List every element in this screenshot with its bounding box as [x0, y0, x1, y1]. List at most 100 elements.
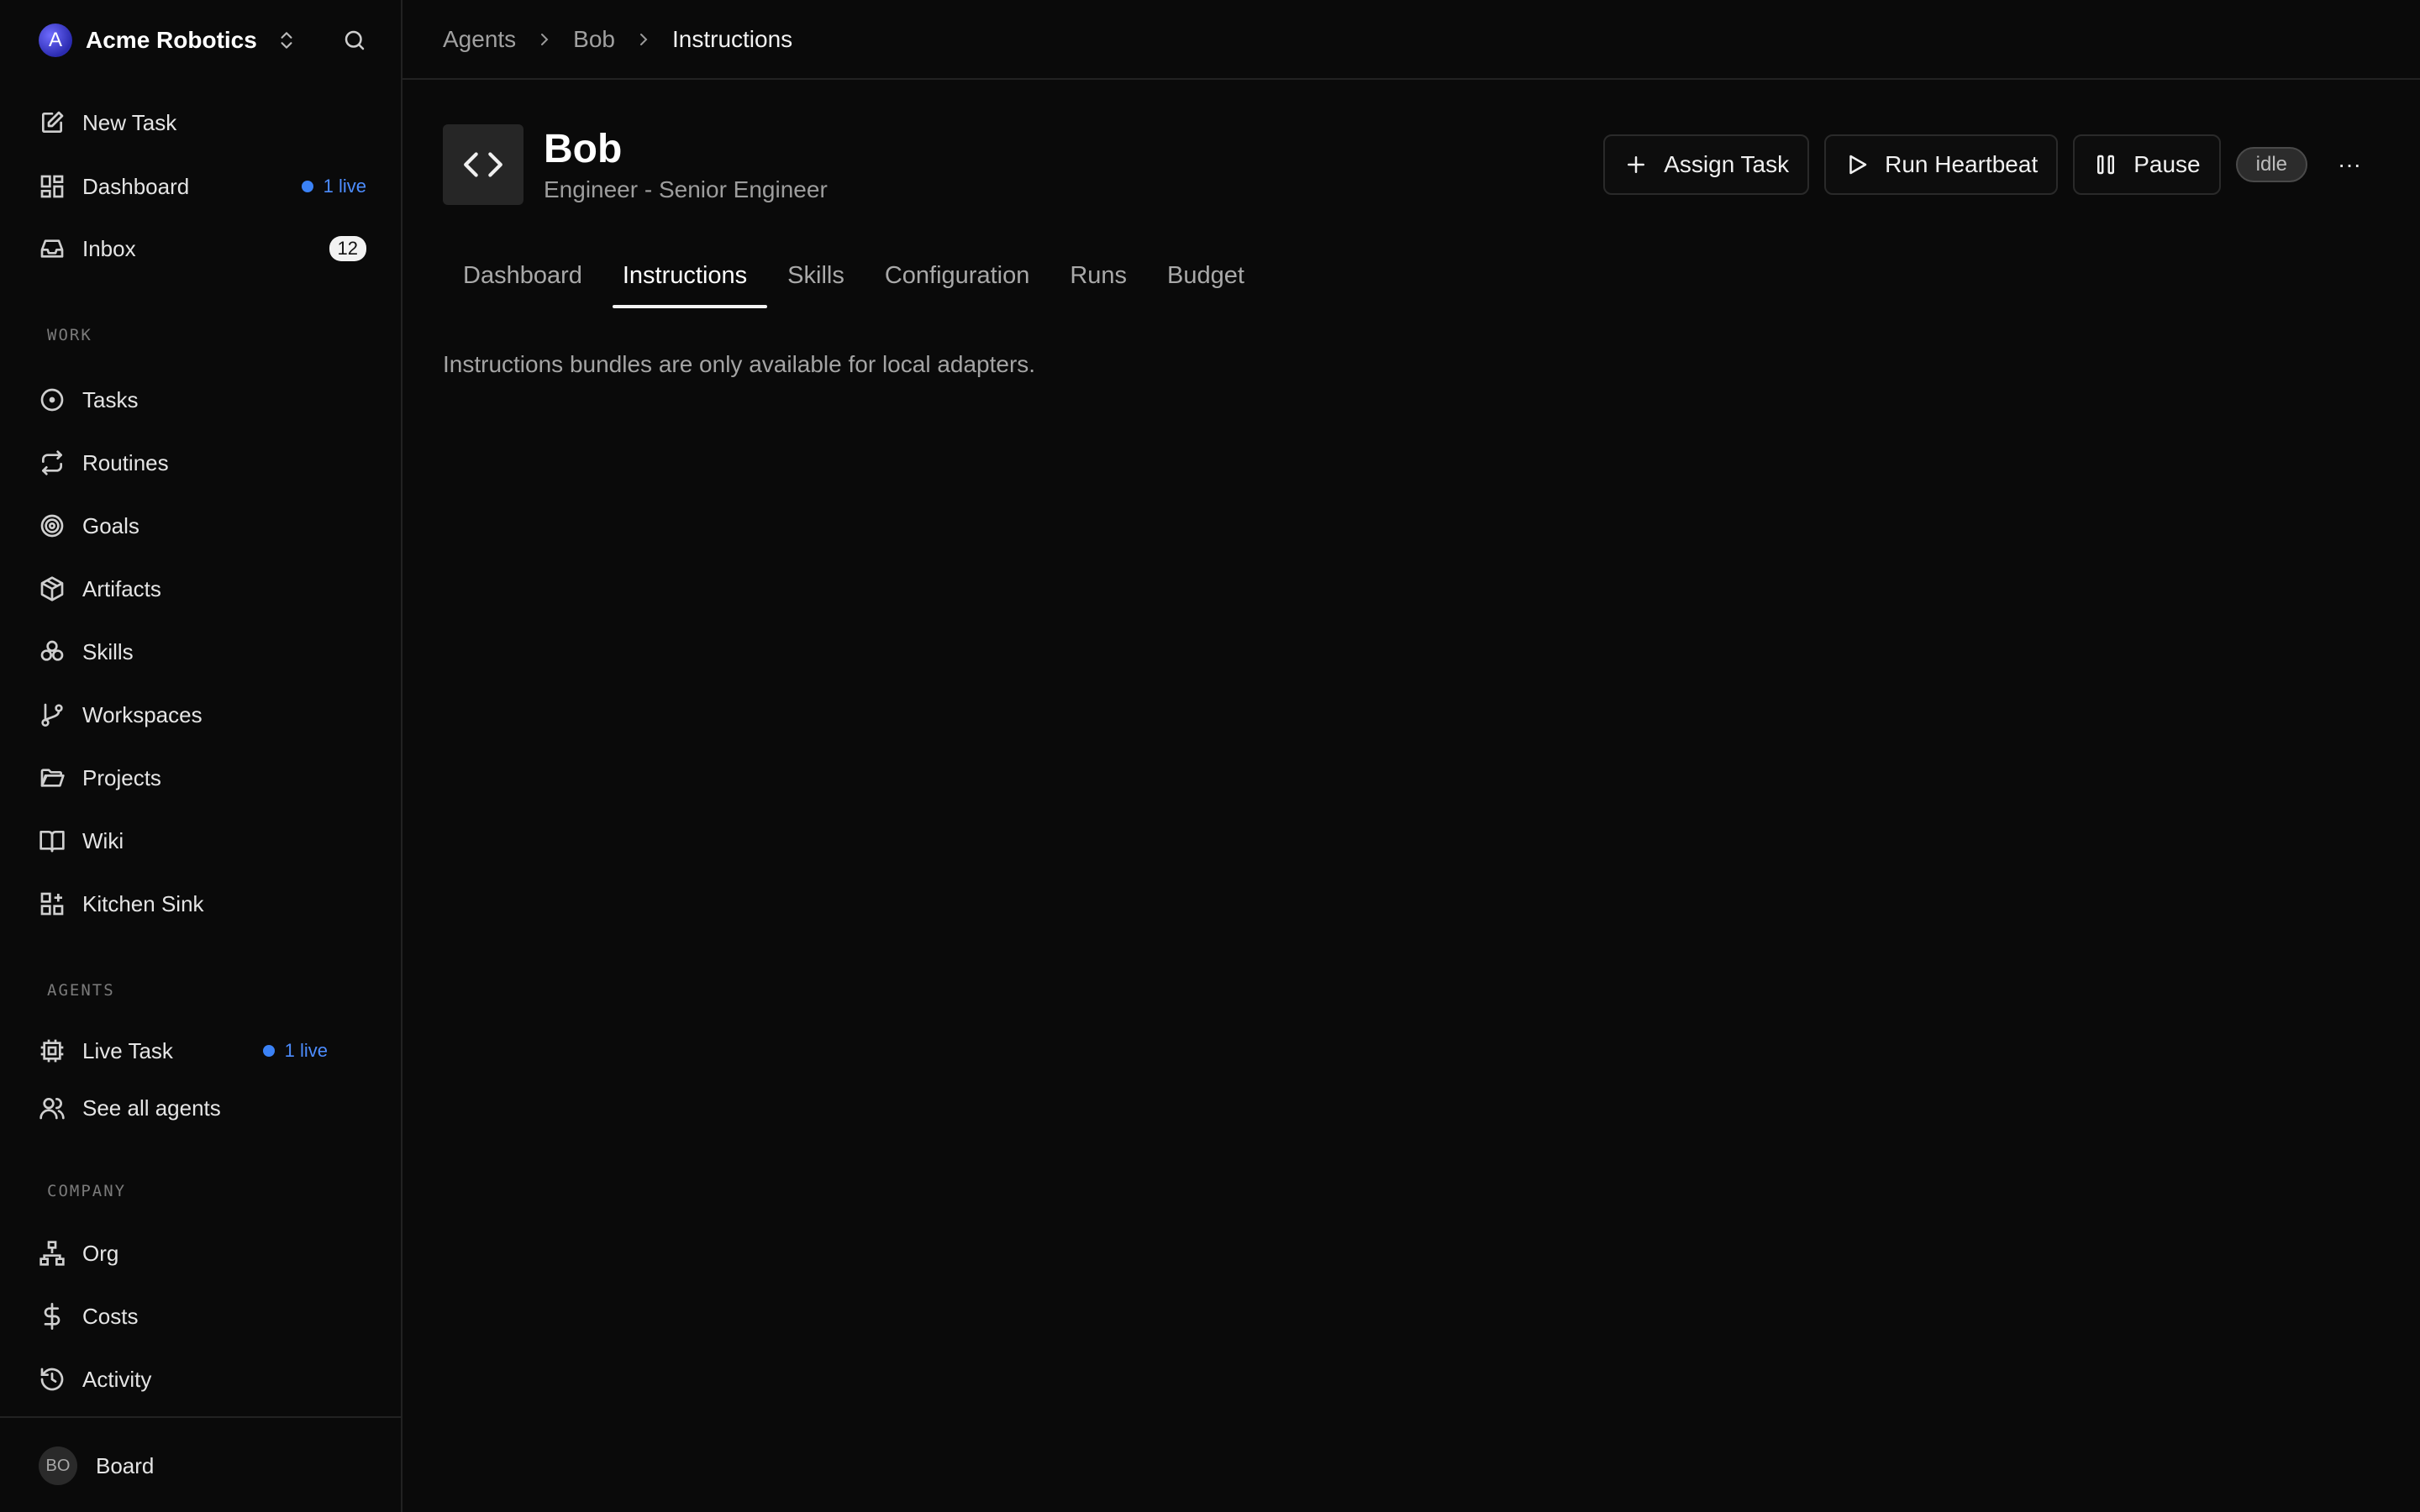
tab-dashboard[interactable]: Dashboard	[443, 252, 602, 308]
book-icon	[39, 831, 65, 853]
nav-label: Tasks	[82, 386, 139, 412]
nav-routines[interactable]: Routines	[39, 443, 366, 483]
breadcrumb-current: Instructions	[672, 25, 793, 52]
tab-instructions[interactable]: Instructions	[602, 252, 768, 308]
section-label-agents: AGENTS	[47, 981, 115, 1000]
avatar: BO	[39, 1446, 77, 1485]
nav-label: Inbox	[82, 235, 136, 261]
nav-inbox[interactable]: Inbox 12	[39, 228, 366, 269]
nav-label: Wiki	[82, 827, 124, 853]
breadcrumb-agents[interactable]: Agents	[443, 26, 516, 53]
search-icon	[345, 30, 365, 50]
git-branch-icon	[41, 703, 63, 727]
nav-goals[interactable]: Goals	[39, 506, 366, 546]
nav-label: Live Task	[82, 1037, 173, 1063]
status-badge: idle	[2235, 147, 2307, 182]
nav-org[interactable]: Org	[39, 1233, 366, 1273]
company-logo: A	[39, 24, 72, 57]
live-text: 1 live	[284, 1040, 328, 1061]
more-options-icon[interactable]: ···	[2329, 144, 2370, 185]
user-menu[interactable]: BO Board	[39, 1446, 154, 1485]
chevron-right-icon	[640, 33, 648, 45]
nav-label: Goals	[82, 512, 139, 538]
instructions-notice: Instructions bundles are only available …	[443, 351, 1036, 377]
nav-label: Workspaces	[82, 701, 203, 727]
button-label: Pause	[2133, 151, 2201, 177]
dollar-icon	[44, 1303, 60, 1330]
tab-configuration[interactable]: Configuration	[865, 252, 1050, 308]
chevron-right-icon	[541, 33, 549, 45]
nav-new-task[interactable]: New Task	[39, 102, 366, 143]
play-icon	[1849, 155, 1867, 175]
search-button[interactable]	[338, 24, 371, 57]
main-content: Agents Bob Instructions Bob Engineer - S…	[402, 0, 2420, 1512]
nav-agent-live-task[interactable]: Live Task 1 live	[39, 1031, 328, 1071]
inbox-icon	[40, 239, 64, 258]
sidebar: A Acme Robotics New Task Dashboard 1 liv…	[0, 0, 402, 1512]
chevrons-up-down-icon	[281, 32, 292, 49]
nav-label: Costs	[82, 1303, 139, 1329]
grid-plus-icon	[40, 892, 64, 916]
nav-kitchen-sink[interactable]: Kitchen Sink	[39, 884, 366, 924]
nav-skills[interactable]: Skills	[39, 632, 366, 672]
nav-label: Org	[82, 1240, 119, 1266]
button-label: Assign Task	[1664, 151, 1790, 177]
live-indicator: 1 live	[301, 176, 366, 197]
nav-label: Artifacts	[82, 575, 161, 601]
breadcrumb-agent[interactable]: Bob	[573, 26, 615, 53]
nav-wiki[interactable]: Wiki	[39, 821, 366, 861]
nav-label: Routines	[82, 449, 169, 475]
live-indicator: 1 live	[262, 1040, 328, 1062]
tab-budget[interactable]: Budget	[1147, 252, 1265, 308]
nav-label: Activity	[82, 1366, 152, 1392]
nav-see-all-agents[interactable]: See all agents	[39, 1088, 366, 1128]
agent-title-block: Bob Engineer - Senior Engineer	[544, 126, 828, 203]
live-text: 1 live	[323, 176, 366, 197]
agent-header: Bob Engineer - Senior Engineer	[443, 124, 828, 205]
repeat-icon	[42, 450, 62, 475]
nav-tasks[interactable]: Tasks	[39, 380, 366, 420]
nav-artifacts[interactable]: Artifacts	[39, 569, 366, 609]
breadcrumb: Agents Bob Instructions	[402, 0, 2420, 80]
circle-dot-icon	[40, 388, 64, 412]
live-dot	[262, 1045, 275, 1057]
nav-workspaces[interactable]: Workspaces	[39, 695, 366, 735]
inbox-count-badge: 12	[329, 236, 366, 261]
tab-skills[interactable]: Skills	[767, 252, 865, 308]
agent-name: Bob	[544, 127, 623, 171]
agent-tabs: Dashboard Instructions Skills Configurat…	[443, 252, 1265, 308]
package-icon	[40, 576, 64, 601]
section-label-company: COMPANY	[47, 1182, 127, 1200]
company-switcher[interactable]: A Acme Robotics	[39, 22, 297, 59]
assign-task-button[interactable]: Assign Task	[1603, 134, 1810, 195]
nav-costs[interactable]: Costs	[39, 1296, 366, 1336]
nav-dashboard[interactable]: Dashboard 1 live	[39, 166, 366, 207]
user-label: Board	[96, 1452, 155, 1478]
code-icon	[443, 124, 523, 205]
dashboard-icon	[40, 175, 64, 198]
live-dot	[301, 181, 313, 192]
nav-label: Dashboard	[82, 173, 190, 199]
nav-label: Projects	[82, 764, 161, 790]
nav-projects[interactable]: Projects	[39, 758, 366, 798]
run-heartbeat-button[interactable]: Run Heartbeat	[1824, 134, 2059, 195]
nav-label: Skills	[82, 638, 134, 664]
nav-label: See all agents	[82, 1095, 221, 1121]
nav-label: New Task	[82, 109, 177, 135]
users-icon	[39, 1098, 65, 1120]
boxes-icon	[40, 640, 64, 661]
agent-actions: Assign Task Run Heartbeat Pause idle ···	[1603, 134, 2370, 195]
nav-activity[interactable]: Activity	[39, 1359, 366, 1399]
target-icon	[40, 514, 64, 538]
pause-icon	[2097, 155, 2115, 175]
history-icon	[40, 1368, 64, 1391]
nav-label: Kitchen Sink	[82, 890, 204, 916]
button-label: Run Heartbeat	[1885, 151, 2039, 177]
cpu-icon	[40, 1039, 64, 1063]
edit-icon	[42, 111, 64, 133]
sidebar-footer: BO Board	[0, 1416, 401, 1512]
agent-role: Engineer - Senior Engineer	[544, 176, 828, 202]
tab-runs[interactable]: Runs	[1050, 252, 1147, 308]
pause-button[interactable]: Pause	[2073, 134, 2221, 195]
section-label-work: WORK	[47, 326, 92, 344]
